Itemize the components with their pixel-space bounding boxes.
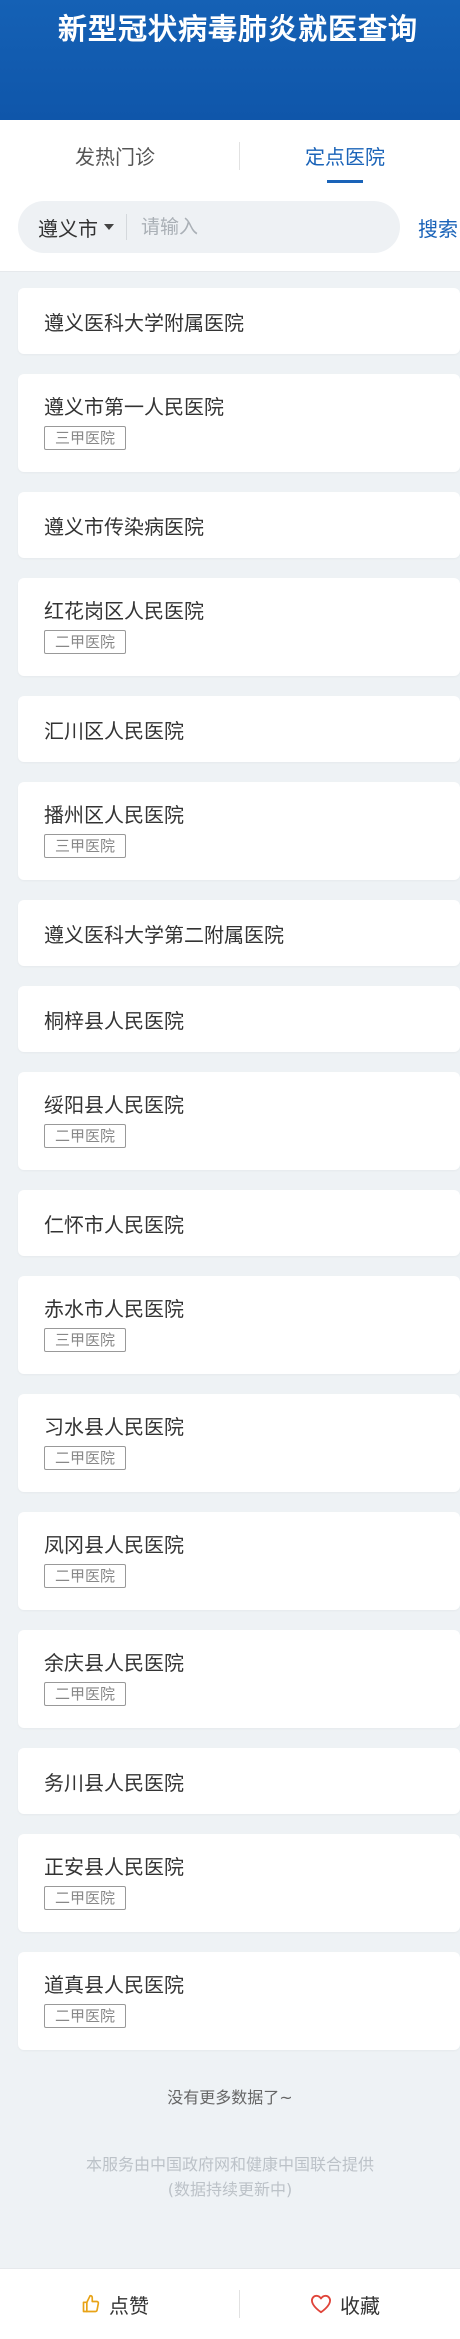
hospital-card[interactable]: 桐梓县人民医院 <box>18 986 460 1052</box>
hospital-card-content: 道真县人民医院 二甲医院 <box>44 1972 460 2028</box>
hospital-level-badge: 二甲医院 <box>44 1682 127 1706</box>
hospital-card[interactable]: 习水县人民医院 二甲医院 <box>18 1394 460 1492</box>
tab-fever-clinic[interactable]: 发热门诊 <box>0 120 230 195</box>
hospital-card-content: 务川县人民医院 <box>44 1767 184 1796</box>
page-header: 新型冠状病毒肺炎就医查询 <box>0 0 460 120</box>
hospital-name: 凤冈县人民医院 <box>44 1533 184 1557</box>
hospital-level-badge: 三甲医院 <box>44 426 127 450</box>
hospital-name: 遵义医科大学第二附属医院 <box>44 922 284 947</box>
tab-bar: 发热门诊 定点医院 <box>0 120 460 195</box>
footer-line-1: 本服务由中国政府网和健康中国联合提供 <box>85 2155 374 2174</box>
hospital-name: 习水县人民医院 <box>44 1415 184 1439</box>
hospital-card[interactable]: 务川县人民医院 <box>18 1748 460 1814</box>
thumbs-up-icon <box>82 2294 100 2313</box>
hospital-name: 余庆县人民医院 <box>44 1651 184 1675</box>
hospital-name: 道真县人民医院 <box>44 1973 184 1997</box>
hospital-name: 绥阳县人民医院 <box>44 1093 184 1117</box>
hospital-card-content: 仁怀市人民医院 <box>44 1209 184 1238</box>
hospital-card-content: 正安县人民医院 二甲医院 <box>44 1854 460 1910</box>
tab-designated-hospital[interactable]: 定点医院 <box>230 120 460 195</box>
hospital-name: 遵义市传染病医院 <box>44 514 204 539</box>
hospital-name: 正安县人民医院 <box>44 1855 184 1879</box>
hospital-level-badge: 二甲医院 <box>44 630 127 654</box>
hospital-name: 仁怀市人民医院 <box>44 1212 184 1237</box>
like-label: 点赞 <box>109 2293 149 2318</box>
hospital-level-badge: 三甲医院 <box>44 834 127 858</box>
hospital-card[interactable]: 遵义医科大学附属医院 <box>18 288 460 354</box>
hospital-name: 桐梓县人民医院 <box>44 1008 184 1033</box>
search-input[interactable] <box>127 216 347 238</box>
hospital-card[interactable]: 绥阳县人民医院 二甲医院 <box>18 1072 460 1170</box>
bottom-bar: 点赞 收藏 <box>0 2268 460 2339</box>
hospital-name: 红花岗区人民医院 <box>44 599 204 623</box>
hospital-card-content: 凤冈县人民医院 二甲医院 <box>44 1532 460 1588</box>
hospital-name: 播州区人民医院 <box>44 803 184 827</box>
search-button[interactable]: 搜索 <box>418 213 458 242</box>
hospital-card-content: 遵义医科大学附属医院 <box>44 307 244 336</box>
hospital-card[interactable]: 赤水市人民医院 三甲医院 <box>18 1276 460 1374</box>
hospital-level-badge: 三甲医院 <box>44 1328 127 1352</box>
hospital-card[interactable]: 汇川区人民医院 <box>18 696 460 762</box>
city-select-label: 遵义市 <box>38 216 98 241</box>
hospital-level-badge: 二甲医院 <box>44 1446 127 1470</box>
hospital-card[interactable]: 正安县人民医院 二甲医院 <box>18 1834 460 1932</box>
city-select[interactable]: 遵义市 <box>18 201 126 253</box>
caret-down-icon <box>104 224 114 230</box>
hospital-card[interactable]: 仁怀市人民医院 <box>18 1190 460 1256</box>
hospital-name: 赤水市人民医院 <box>44 1297 184 1321</box>
hospital-level-badge: 二甲医院 <box>44 1124 127 1148</box>
hospital-card[interactable]: 遵义市传染病医院 <box>18 492 460 558</box>
search-box: 遵义市 <box>18 201 400 253</box>
search-bar: 遵义市 搜索 <box>0 195 460 272</box>
hospital-card-content: 汇川区人民医院 <box>44 715 184 744</box>
hospital-card[interactable]: 红花岗区人民医院 二甲医院 <box>18 578 460 676</box>
hospital-name: 务川县人民医院 <box>44 1770 184 1795</box>
favorite-button[interactable]: 收藏 <box>230 2290 460 2319</box>
hospital-card-content: 遵义市第一人民医院 三甲医院 <box>44 394 460 450</box>
bottom-divider <box>239 2290 240 2318</box>
hospital-card-content: 遵义市传染病医院 <box>44 511 204 540</box>
hospital-name: 遵义市第一人民医院 <box>44 395 224 419</box>
hospital-list: 遵义医科大学附属医院 遵义市第一人民医院 三甲医院 遵义市传染病医院 红花岗区人民医院二… <box>0 272 460 2050</box>
hospital-level-badge: 二甲医院 <box>44 2004 127 2028</box>
hospital-card-content: 余庆县人民医院 二甲医院 <box>44 1650 460 1706</box>
hospital-card-content: 桐梓县人民医院 <box>44 1005 184 1034</box>
hospital-card[interactable]: 凤冈县人民医院 二甲医院 <box>18 1512 460 1610</box>
hospital-card-content: 遵义医科大学第二附属医院 <box>44 919 284 948</box>
hospital-card-content: 赤水市人民医院 三甲医院 <box>44 1296 460 1352</box>
hospital-card[interactable]: 道真县人民医院 二甲医院 <box>18 1952 460 2050</box>
hospital-card-content: 绥阳县人民医院 二甲医院 <box>44 1092 460 1148</box>
favorite-label: 收藏 <box>340 2293 380 2318</box>
hospital-level-badge: 二甲医院 <box>44 1564 127 1588</box>
hospital-card-content: 习水县人民医院 二甲医院 <box>44 1414 460 1470</box>
hospital-card[interactable]: 遵义市第一人民医院 三甲医院 <box>18 374 460 472</box>
hospital-card-content: 红花岗区人民医院 二甲医院 <box>44 598 460 654</box>
hospital-card[interactable]: 遵义医科大学第二附属医院 <box>18 900 460 966</box>
footer-line-2: (数据持续更新中) <box>167 2180 293 2199</box>
like-button[interactable]: 点赞 <box>0 2290 230 2319</box>
hospital-level-badge: 二甲医院 <box>44 1886 127 1910</box>
hospital-name: 遵义医科大学附属医院 <box>44 310 244 335</box>
footer-note: 本服务由中国政府网和健康中国联合提供 (数据持续更新中) <box>0 2152 460 2202</box>
hospital-card[interactable]: 余庆县人民医院 二甲医院 <box>18 1630 460 1728</box>
page-title: 新型冠状病毒肺炎就医查询 <box>58 12 419 46</box>
list-end-text: 没有更多数据了~ <box>167 2088 293 2107</box>
heart-icon <box>310 2294 331 2314</box>
hospital-card-content: 播州区人民医院 三甲医院 <box>44 802 460 858</box>
hospital-name: 汇川区人民医院 <box>44 718 184 743</box>
hospital-card[interactable]: 播州区人民医院 三甲医院 <box>18 782 460 880</box>
